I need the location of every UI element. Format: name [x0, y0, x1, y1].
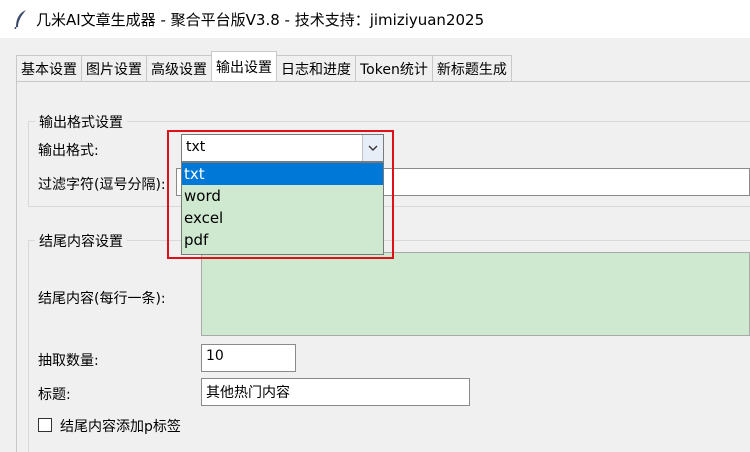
title-input[interactable]: 其他热门内容	[201, 378, 470, 406]
tab-output-settings[interactable]: 输出设置	[211, 51, 277, 81]
tab-advanced-settings[interactable]: 高级设置	[146, 55, 212, 81]
dropdown-option-excel[interactable]: excel	[182, 207, 383, 229]
tab-new-title[interactable]: 新标题生成	[431, 55, 512, 81]
extract-count-input[interactable]: 10	[201, 344, 296, 372]
tab-image-settings[interactable]: 图片设置	[81, 55, 147, 81]
title-bar: 几米AI文章生成器 - 聚合平台版V3.8 - 技术支持：jimiziyuan2…	[0, 0, 750, 38]
title-label: 标题:	[38, 387, 71, 403]
feather-icon	[10, 8, 32, 30]
tab-bar: 基本设置 图片设置 高级设置 输出设置 日志和进度 Token统计 新标题生成	[16, 51, 512, 81]
p-tag-checkbox[interactable]	[38, 418, 52, 432]
ending-content-section-title: 结尾内容设置	[35, 231, 127, 251]
output-format-section-title: 输出格式设置	[35, 112, 127, 132]
tab-log-progress[interactable]: 日志和进度	[276, 55, 356, 81]
output-format-value: txt	[186, 139, 206, 155]
chevron-down-icon[interactable]	[362, 135, 383, 161]
output-format-label: 输出格式:	[38, 143, 99, 159]
tab-basic-settings[interactable]: 基本设置	[16, 55, 82, 81]
tab-token-stats[interactable]: Token统计	[355, 55, 433, 81]
dropdown-option-txt[interactable]: txt	[182, 163, 383, 185]
ending-content-label: 结尾内容(每行一条):	[38, 291, 166, 307]
p-tag-checkbox-label[interactable]: 结尾内容添加p标签	[60, 416, 181, 436]
extract-count-label: 抽取数量:	[38, 353, 99, 369]
output-format-select[interactable]: txt	[181, 134, 384, 162]
filter-chars-label: 过滤字符(逗号分隔):	[38, 177, 166, 193]
ending-content-textarea[interactable]	[201, 252, 750, 336]
output-format-dropdown: txt word excel pdf	[181, 162, 384, 255]
dropdown-option-pdf[interactable]: pdf	[182, 229, 383, 251]
dropdown-option-word[interactable]: word	[182, 185, 383, 207]
window-title: 几米AI文章生成器 - 聚合平台版V3.8 - 技术支持：jimiziyuan2…	[36, 10, 485, 29]
